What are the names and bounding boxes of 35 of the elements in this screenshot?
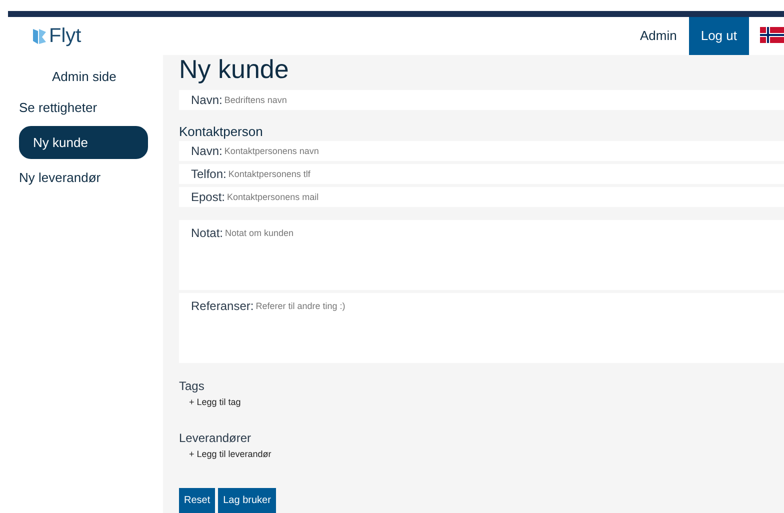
section-heading: Kontaktperson — [179, 122, 264, 141]
text-area[interactable]: Notat: Notat om kunden — [179, 220, 784, 290]
field-label: Epost: — [191, 189, 226, 206]
header-link[interactable]: Log ut — [688, 17, 749, 55]
sidebar-title: Admin side — [51, 68, 118, 86]
input-field[interactable]: Navn: Bedriftens navn — [179, 90, 784, 110]
sidebar-item[interactable]: Ny leverandør — [5, 161, 148, 194]
input-field[interactable]: Epost: Kontaktpersonens mail — [179, 187, 784, 207]
header-link[interactable]: Admin — [628, 17, 689, 55]
field-label: Telfon: — [191, 166, 226, 183]
form-button[interactable]: Lag bruker — [218, 488, 276, 513]
page-title: Ny kunde — [179, 55, 290, 86]
add-link[interactable]: + Legg til tag — [179, 395, 784, 427]
field-label: Navn: — [191, 143, 222, 160]
field-label: Notat: — [191, 225, 224, 242]
section-heading: Tags — [179, 378, 206, 395]
text-input[interactable]: Kontaktpersonens tlf — [228, 165, 784, 183]
text-input[interactable]: Referer til andre ting :) — [256, 297, 784, 357]
logo-icon — [33, 28, 47, 44]
field-label: Referanser: — [191, 298, 254, 315]
field-label: Navn: — [191, 92, 222, 108]
text-input[interactable]: Kontaktpersonens navn — [224, 142, 784, 160]
add-link[interactable]: + Legg til leverandør — [179, 447, 784, 479]
section-heading: Leverandører — [179, 430, 252, 447]
sidebar-item[interactable]: Se rettigheter — [5, 91, 148, 124]
logo-text: Flyt — [49, 24, 82, 49]
sidebar-item[interactable]: Ny kunde — [19, 126, 148, 159]
norway-flag-icon[interactable] — [760, 27, 784, 43]
form-button[interactable]: Reset — [179, 488, 216, 513]
text-area[interactable]: Referanser: Referer til andre ting :) — [179, 293, 784, 363]
input-field[interactable]: Telfon: Kontaktpersonens tlf — [179, 164, 784, 184]
input-field[interactable]: Navn: Kontaktpersonens navn — [179, 141, 784, 161]
text-input[interactable]: Notat om kunden — [225, 224, 784, 284]
text-input[interactable]: Bedriftens navn — [224, 90, 784, 108]
text-input[interactable]: Kontaktpersonens mail — [227, 188, 784, 206]
